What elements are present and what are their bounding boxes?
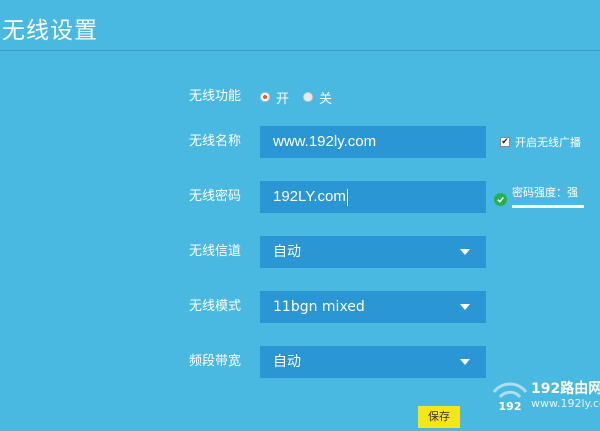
radio-unselected-icon[interactable] [303, 92, 314, 102]
title-divider [0, 50, 600, 51]
watermark: 192 192路由网 www.192ly.com [488, 376, 600, 416]
bandwidth-select[interactable]: 自动 [260, 346, 486, 378]
dropdown-arrow-icon[interactable] [460, 304, 470, 310]
password-input[interactable]: 192LY.com [260, 181, 486, 213]
text-cursor [346, 188, 348, 206]
mode-select[interactable]: 11bgn mixed [260, 291, 486, 323]
mode-label: 无线模式 [189, 299, 242, 314]
channel-select[interactable]: 自动 [260, 236, 486, 268]
ssid-input[interactable]: www.192ly.com [260, 126, 486, 158]
dropdown-arrow-icon[interactable] [460, 359, 470, 365]
bandwidth-value: 自动 [273, 354, 301, 370]
check-icon [494, 193, 507, 206]
mode-value: 11bgn mixed [273, 299, 365, 315]
password-strength-text: 密码强度：强 [512, 186, 578, 199]
wireless-function-label: 无线功能 [189, 89, 242, 104]
wifi-logo-icon: 192 [492, 382, 528, 413]
wireless-function-radio-group: 开 关 [260, 88, 346, 107]
password-strength-bar [512, 205, 584, 208]
ssid-label: 无线名称 [189, 134, 242, 149]
channel-value: 自动 [273, 244, 301, 260]
wireless-on-label: 开 [276, 91, 290, 107]
save-button[interactable]: 保存 [418, 406, 460, 428]
wireless-off-label: 关 [319, 91, 333, 107]
dropdown-arrow-icon[interactable] [460, 249, 470, 255]
channel-label: 无线信道 [189, 244, 242, 259]
watermark-line2: www.192ly.com [531, 397, 600, 410]
wireless-on-radio[interactable]: 开 [260, 88, 289, 107]
page-title: 无线设置 [2, 18, 98, 44]
watermark-line1: 192路由网 [531, 381, 600, 397]
watermark-logo-text: 192 [499, 400, 522, 413]
broadcast-checkbox[interactable]: ✔ [500, 137, 510, 147]
password-label: 无线密码 [189, 189, 242, 204]
wireless-off-radio[interactable]: 关 [303, 88, 332, 107]
broadcast-label: 开启无线广播 [515, 136, 581, 149]
bandwidth-label: 频段带宽 [189, 354, 242, 369]
ssid-value: www.192ly.com [273, 133, 377, 150]
radio-selected-icon[interactable] [260, 92, 270, 102]
password-strength: 密码强度：强 [494, 186, 584, 208]
broadcast-checkbox-row[interactable]: ✔ 开启无线广播 [500, 134, 581, 150]
password-value: 192LY.com [273, 188, 346, 205]
